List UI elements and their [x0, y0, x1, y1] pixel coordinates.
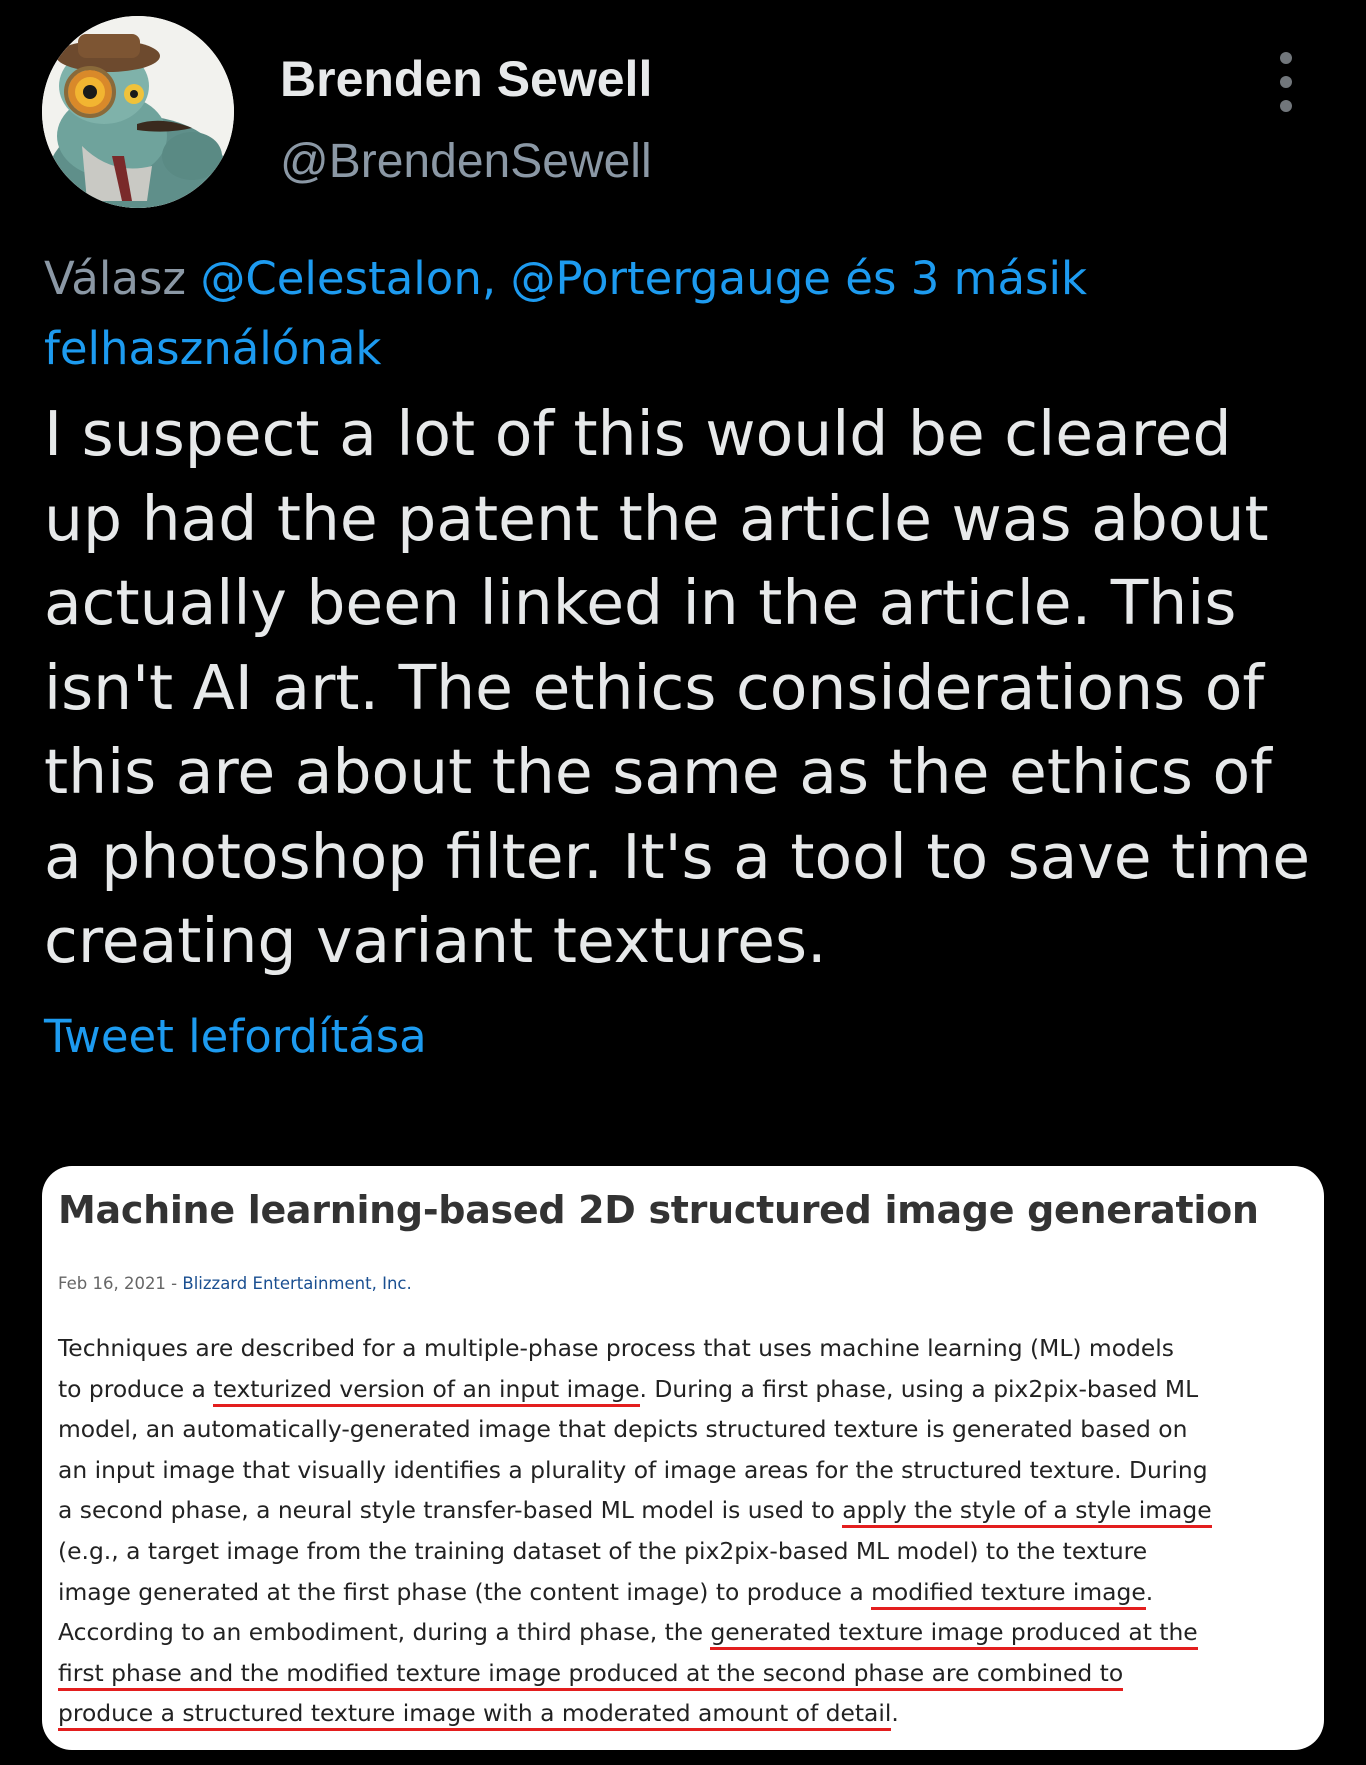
abstract-line: model, an automatically-generated image … — [58, 1409, 1324, 1450]
abstract-line: produce a structured texture image with … — [58, 1693, 1324, 1734]
abstract-text: an input image that visually identifies … — [58, 1455, 1208, 1484]
tweet-text: I suspect a lot of this would be cleared… — [44, 392, 1314, 984]
author-name[interactable]: Brenden Sewell — [280, 50, 652, 108]
underlined-phrase: modified texture image — [871, 1577, 1146, 1610]
patent-date: Feb 16, 2021 — [58, 1274, 166, 1293]
abstract-line: to produce a texturized version of an in… — [58, 1369, 1324, 1410]
more-options-icon[interactable] — [1268, 52, 1304, 112]
patent-abstract: Techniques are described for a multiple-… — [58, 1328, 1324, 1734]
avatar[interactable] — [42, 16, 234, 208]
abstract-line: a second phase, a neural style transfer-… — [58, 1490, 1324, 1531]
abstract-line: image generated at the first phase (the … — [58, 1572, 1324, 1613]
patent-title: Machine learning-based 2D structured ima… — [58, 1188, 1259, 1232]
tweet-text-line: I suspect a lot of this would be cleared — [44, 398, 1232, 470]
attached-image-card[interactable]: Machine learning-based 2D structured ima… — [42, 1166, 1324, 1750]
tweet-header: Brenden Sewell @BrendenSewell — [42, 16, 1324, 212]
tweet-text-line: this are about the same as the ethics of — [44, 736, 1272, 808]
frog-detective-avatar-icon — [42, 16, 234, 208]
patent-company: Blizzard Entertainment, Inc. — [182, 1274, 412, 1293]
abstract-line: According to an embodiment, during a thi… — [58, 1612, 1324, 1653]
author-handle[interactable]: @BrendenSewell — [280, 134, 652, 189]
tweet-text-line: a photoshop filter. It's a tool to save … — [44, 820, 1311, 893]
translate-tweet-link[interactable]: Tweet lefordítása — [44, 1010, 427, 1063]
abstract-line: first phase and the modified texture ima… — [58, 1653, 1324, 1694]
underlined-phrase: first phase and the modified texture ima… — [58, 1658, 1124, 1691]
meta-separator: - — [165, 1274, 183, 1293]
abstract-text: . — [891, 1699, 899, 1728]
abstract-line: an input image that visually identifies … — [58, 1450, 1324, 1491]
underlined-phrase: generated texture image produced at the — [710, 1618, 1198, 1651]
abstract-text: Techniques are described for a multiple-… — [58, 1334, 1174, 1362]
abstract-text: . — [1145, 1577, 1154, 1606]
abstract-text: . During a first phase, using a pix2pix-… — [639, 1374, 1199, 1403]
abstract-text: image generated at the first phase (the … — [58, 1577, 872, 1606]
abstract-text: (e.g., a target image from the training … — [58, 1536, 1148, 1565]
abstract-text: to produce a — [58, 1374, 214, 1403]
patent-meta: Feb 16, 2021 - Blizzard Entertainment, I… — [58, 1274, 412, 1293]
abstract-text: a second phase, a neural style transfer-… — [58, 1496, 843, 1525]
tweet-text-line: actually been linked in the article. Thi… — [44, 567, 1237, 639]
abstract-text: model, an automatically-generated image … — [58, 1415, 1188, 1444]
tweet-text-line: creating variant textures. — [44, 905, 827, 977]
underlined-phrase: texturized version of an input image — [213, 1374, 640, 1407]
abstract-text: According to an embodiment, during a thi… — [58, 1618, 711, 1647]
reply-mentions-link[interactable]: @Celestalon, @Portergauge és 3 másik fel… — [44, 252, 1087, 375]
reply-prefix: Válasz — [44, 252, 187, 305]
tweet-text-line: isn't AI art. The ethics considerations … — [44, 651, 1265, 724]
underlined-phrase: produce a structured texture image with … — [58, 1699, 892, 1732]
tweet-text-line: up had the patent the article was about — [44, 482, 1269, 555]
underlined-phrase: apply the style of a style image — [842, 1496, 1212, 1529]
abstract-line: Techniques are described for a multiple-… — [58, 1328, 1324, 1369]
abstract-line: (e.g., a target image from the training … — [58, 1531, 1324, 1572]
more-dot — [1280, 100, 1292, 112]
more-dot — [1280, 76, 1292, 88]
reply-context: Válasz @Celestalon, @Portergauge és 3 má… — [44, 244, 1304, 384]
more-dot — [1280, 52, 1292, 64]
